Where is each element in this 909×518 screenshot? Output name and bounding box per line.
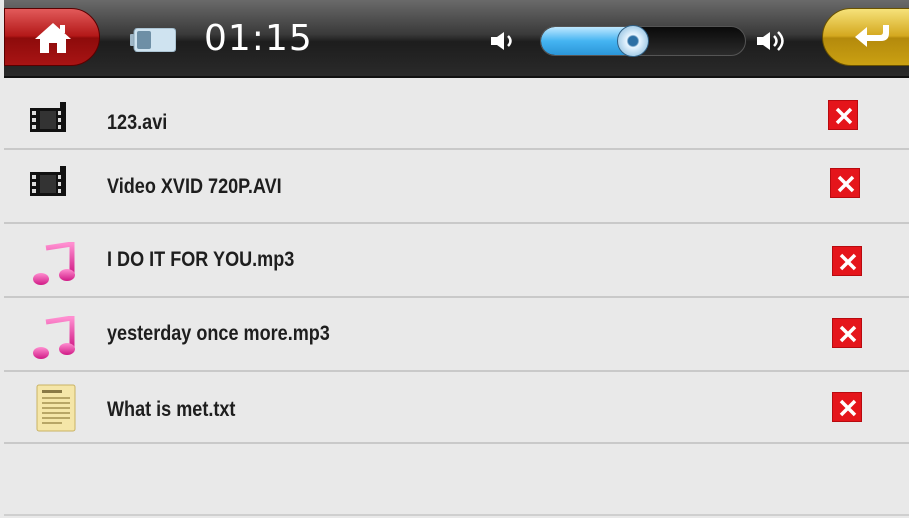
delete-icon [839, 399, 857, 417]
delete-icon [839, 253, 857, 271]
volume-high-icon[interactable] [756, 30, 784, 52]
list-item[interactable]: 123.avi [4, 78, 909, 150]
back-button[interactable] [822, 8, 909, 66]
list-item[interactable]: What is met.txt [4, 372, 909, 444]
status-bar: 01:15 [4, 0, 909, 78]
home-icon [35, 23, 71, 53]
file-name: Video XVID 720P.AVI [107, 175, 282, 198]
delete-button[interactable] [832, 246, 862, 276]
file-manager-screen: 01:15 123.avi Video XVID 720P.AVI I DO I… [0, 0, 909, 518]
list-item[interactable]: I DO IT FOR YOU.mp3 [4, 224, 909, 298]
film-icon [30, 166, 66, 196]
list-bottom-divider [4, 514, 909, 516]
file-name: yesterday once more.mp3 [107, 322, 330, 345]
film-icon [30, 102, 66, 132]
text-file-icon [36, 384, 76, 432]
volume-slider-knob[interactable] [616, 25, 649, 57]
list-item[interactable]: Video XVID 720P.AVI [4, 150, 909, 224]
delete-icon [839, 325, 857, 343]
file-name: 123.avi [107, 111, 168, 134]
music-note-icon [33, 242, 75, 285]
music-note-icon [33, 316, 75, 359]
home-button[interactable] [4, 8, 100, 66]
delete-icon [837, 175, 855, 193]
clock: 01:15 [204, 18, 313, 59]
delete-button[interactable] [830, 168, 860, 198]
file-name: What is met.txt [107, 398, 236, 421]
file-list: 123.avi Video XVID 720P.AVI I DO IT FOR … [4, 78, 909, 518]
delete-icon [835, 107, 853, 125]
file-name: I DO IT FOR YOU.mp3 [107, 248, 295, 271]
delete-button[interactable] [832, 318, 862, 348]
back-arrow-icon [855, 25, 889, 47]
delete-button[interactable] [832, 392, 862, 422]
delete-button[interactable] [828, 100, 858, 130]
volume-low-icon[interactable] [490, 30, 518, 52]
list-item[interactable]: yesterday once more.mp3 [4, 298, 909, 372]
battery-icon [130, 27, 177, 53]
